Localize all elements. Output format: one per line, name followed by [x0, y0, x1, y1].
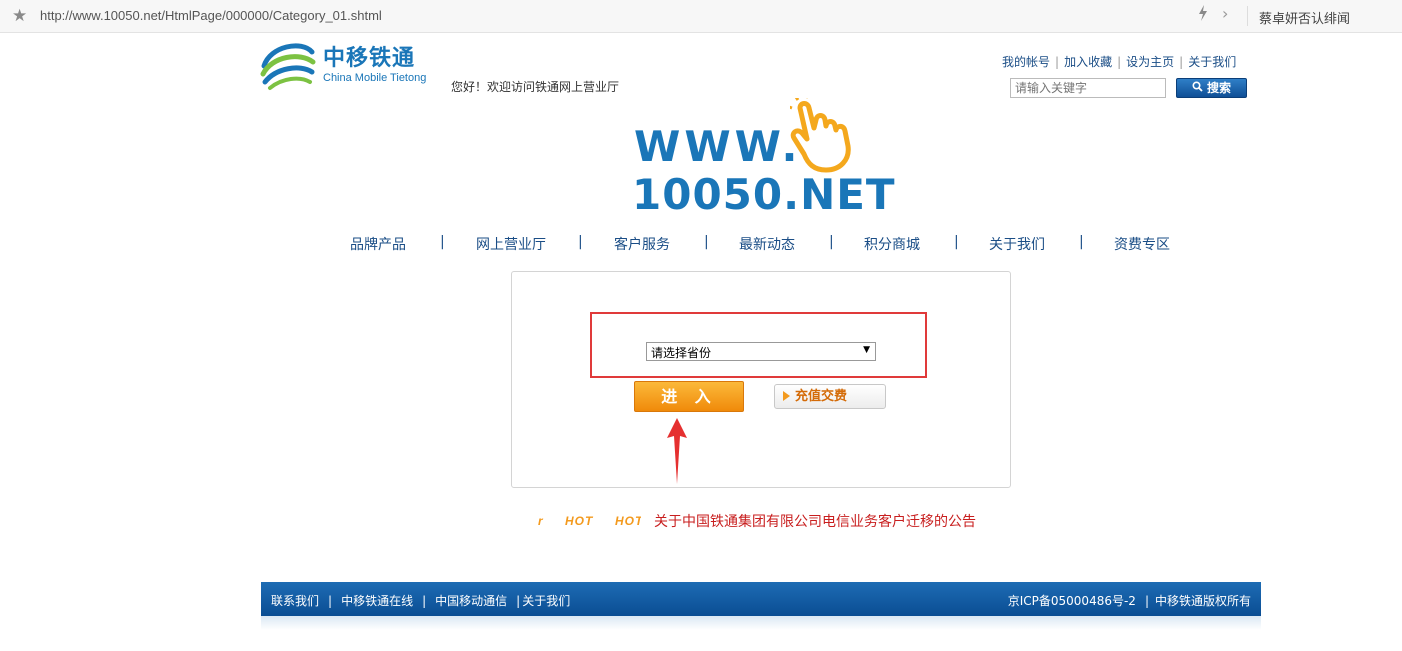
- nav-tariff-zone[interactable]: 资费专区: [1114, 234, 1170, 254]
- site-logo[interactable]: 中移铁通 China Mobile Tietong: [260, 38, 435, 94]
- footer-shadow: [261, 616, 1261, 630]
- search-button[interactable]: 搜索: [1176, 78, 1247, 98]
- nav-brand-products[interactable]: 品牌产品: [350, 234, 406, 254]
- nav-divider: |: [440, 234, 445, 250]
- my-account-link[interactable]: 我的帐号: [1002, 55, 1050, 69]
- play-triangle-icon: [783, 391, 790, 401]
- nav-divider: |: [954, 234, 959, 250]
- province-select-value: 请选择省份: [651, 346, 712, 360]
- news-headline-link[interactable]: 关于中国铁通集团有限公司电信业务客户迁移的公告: [654, 511, 976, 531]
- search-icon: [1192, 79, 1203, 97]
- province-select[interactable]: 请选择省份 ▼: [646, 342, 876, 361]
- site-footer: 联系我们 | 中移铁通在线 | 中国移动通信 | 关于我们 京ICP备05000486号-2…: [261, 582, 1261, 616]
- nav-customer-service[interactable]: 客户服务: [614, 234, 670, 254]
- nav-latest-news[interactable]: 最新动态: [739, 234, 795, 254]
- footer-divider: |: [1144, 594, 1149, 608]
- lightning-icon[interactable]: [1198, 5, 1208, 25]
- copyright-text: 中移铁通版权所有: [1154, 594, 1251, 608]
- search-input[interactable]: [1010, 78, 1166, 98]
- nav-divider: |: [704, 234, 709, 250]
- welcome-text: 您好！欢迎访问铁通网上营业厅: [451, 80, 620, 94]
- link-divider: |: [1179, 55, 1184, 69]
- dropdown-arrow-icon: ▼: [863, 345, 870, 355]
- nav-about-us[interactable]: 关于我们: [989, 234, 1045, 254]
- footer-links: 联系我们 | 中移铁通在线 | 中国移动通信 | 关于我们: [271, 592, 570, 609]
- nav-divider: |: [829, 234, 834, 250]
- trending-search-text[interactable]: 蔡卓妍否认绯闻: [1259, 8, 1350, 27]
- enter-button[interactable]: 进 入: [634, 381, 744, 412]
- toolbar-divider: [1247, 6, 1248, 26]
- footer-china-mobile-link[interactable]: 中国移动通信: [435, 594, 507, 608]
- logo-english-name: China Mobile Tietong: [323, 72, 427, 84]
- icp-license[interactable]: 京ICP备05000486号-2: [1008, 594, 1136, 608]
- hot-badge: HOT: [565, 514, 594, 528]
- logo-chinese-name: 中移铁通: [323, 46, 416, 71]
- address-bar[interactable]: http://www.10050.net/HtmlPage/000000/Cat…: [40, 8, 382, 23]
- hot-badge: r: [538, 514, 544, 528]
- add-favorite-link[interactable]: 加入收藏: [1064, 55, 1112, 69]
- nav-online-office[interactable]: 网上营业厅: [476, 234, 546, 254]
- red-up-arrow-icon: [667, 418, 687, 484]
- footer-divider: |: [422, 594, 427, 608]
- site-banner: WWW. 10050.NET: [630, 98, 900, 220]
- bookmark-star-icon[interactable]: ★: [12, 6, 27, 26]
- link-divider: |: [1055, 55, 1060, 69]
- about-us-link[interactable]: 关于我们: [1188, 55, 1236, 69]
- main-nav: 品牌产品 | 网上营业厅 | 客户服务 | 最新动态 | 积分商城 | 关于我们…: [330, 234, 1190, 254]
- banner-www-text: WWW.: [634, 122, 802, 171]
- pointing-hand-icon: [790, 98, 851, 173]
- nav-points-mall[interactable]: 积分商城: [864, 234, 920, 254]
- footer-legal: 京ICP备05000486号-2 | 中移铁通版权所有: [1008, 592, 1251, 609]
- footer-contact-link[interactable]: 联系我们: [271, 594, 319, 608]
- search-button-label: 搜索: [1206, 81, 1231, 95]
- recharge-button-label: 充值交费: [795, 389, 848, 404]
- recharge-button[interactable]: 充值交费: [774, 384, 886, 409]
- footer-about-link[interactable]: 关于我们: [522, 594, 570, 608]
- tietong-logo-icon: [260, 43, 316, 90]
- nav-divider: |: [578, 234, 583, 250]
- nav-divider: |: [1079, 234, 1084, 250]
- set-homepage-link[interactable]: 设为主页: [1126, 55, 1174, 69]
- footer-divider: |: [516, 594, 521, 608]
- hot-badge: HOT: [615, 514, 641, 528]
- province-panel: [511, 271, 1011, 488]
- footer-divider: |: [328, 594, 333, 608]
- banner-domain-text: 10050.NET: [632, 170, 896, 219]
- link-divider: |: [1117, 55, 1122, 69]
- chevron-right-icon[interactable]: ›: [1222, 4, 1228, 23]
- browser-toolbar: ★ http://www.10050.net/HtmlPage/000000/C…: [0, 0, 1402, 33]
- top-links: 我的帐号 | 加入收藏 | 设为主页 | 关于我们: [1002, 53, 1236, 70]
- footer-tietong-online-link[interactable]: 中移铁通在线: [341, 594, 413, 608]
